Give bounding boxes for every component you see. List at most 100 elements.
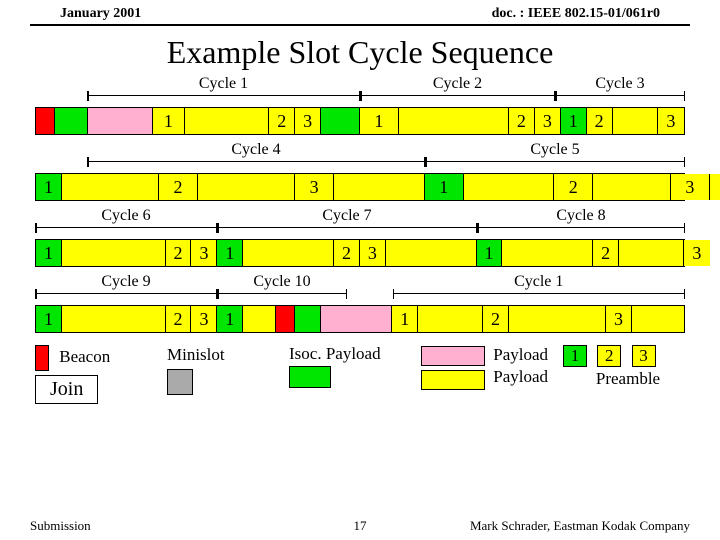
timing-row: Cycle 6 Cycle 7 Cycle 8 123123123 [35, 207, 685, 267]
slot-segment [55, 108, 87, 134]
slot-segment [62, 240, 166, 266]
cycle-bracket [555, 95, 685, 105]
slot-segment [295, 306, 321, 332]
slot-segment: 3 [535, 108, 561, 134]
slot-bar: 123123 [35, 173, 685, 201]
cycle-label: Cycle 1 [514, 273, 563, 291]
timing-row: Cycle 1Cycle 2Cycle 3123123123 [35, 75, 685, 135]
cycle-bracket [87, 95, 360, 105]
timing-diagram: Cycle 1Cycle 2Cycle 3123123123Cycle 4Cyc… [0, 75, 720, 333]
slot-segment [418, 306, 483, 332]
slot-segment: 3 [360, 240, 386, 266]
cycle-label: Cycle 2 [433, 75, 482, 93]
footer-left: Submission [30, 518, 91, 534]
slot-segment: 3 [658, 108, 684, 134]
slide-footer: Submission 17 Mark Schrader, Eastman Kod… [30, 518, 690, 534]
slot-bar: 123123123 [35, 239, 685, 267]
slot-segment: 2 [166, 306, 192, 332]
slot-segment [321, 306, 392, 332]
bracket-row [35, 227, 685, 239]
slot-segment [62, 306, 166, 332]
cycle-label: Cycle 8 [556, 207, 605, 225]
slot-segment [502, 240, 593, 266]
slot-segment: 2 [587, 108, 613, 134]
slot-segment: 2 [166, 240, 192, 266]
legend-payload2: Payload [493, 367, 548, 386]
slot-segment [613, 108, 658, 134]
slot-segment: 1 [217, 240, 243, 266]
timing-row: Cycle 4Cycle 5123123 [35, 141, 685, 201]
slot-segment: 2 [334, 240, 360, 266]
slot-segment [464, 174, 555, 200]
slot-segment: 1 [392, 306, 418, 332]
slot-segment: 1 [477, 240, 503, 266]
slot-segment [334, 174, 425, 200]
slot-segment [276, 306, 295, 332]
legend-beacon: Beacon [59, 347, 110, 366]
legend-payload1: Payload [493, 345, 548, 364]
cycle-label: Cycle 5 [530, 141, 579, 159]
slot-segment [399, 108, 509, 134]
slot-segment: 2 [509, 108, 535, 134]
slot-segment [710, 174, 720, 200]
slot-bar: 1231123 [35, 305, 685, 333]
cycle-label-row: Cycle 6 Cycle 7 Cycle 8 [35, 207, 685, 227]
slot-segment: 1 [36, 240, 62, 266]
slot-segment [62, 174, 159, 200]
slot-segment: 3 [295, 108, 321, 134]
slot-segment: 3 [191, 306, 217, 332]
bracket-row [35, 161, 685, 173]
slot-segment [185, 108, 269, 134]
cycle-label: Cycle 4 [231, 141, 280, 159]
legend: Beacon Join Minislot Isoc. Payload Paylo… [0, 339, 720, 410]
slot-segment: 3 [295, 174, 334, 200]
cycle-label: Cycle 3 [595, 75, 644, 93]
slot-segment: 1 [36, 306, 62, 332]
cycle-bracket [217, 293, 347, 303]
bracket-row [35, 95, 685, 107]
preamble-1: 1 [563, 345, 587, 367]
slot-segment: 3 [684, 240, 710, 266]
cycle-bracket [35, 227, 217, 237]
cycle-bracket [393, 293, 686, 303]
slot-segment [321, 108, 360, 134]
footer-right: Mark Schrader, Eastman Kodak Company [470, 518, 690, 534]
cycle-bracket [217, 227, 477, 237]
legend-preamble: Preamble [563, 369, 693, 389]
cycle-bracket [360, 95, 555, 105]
cycle-bracket [35, 293, 217, 303]
slot-segment: 3 [606, 306, 632, 332]
slide-title: Example Slot Cycle Sequence [0, 34, 720, 71]
slot-segment: 2 [593, 240, 619, 266]
slot-segment [509, 306, 606, 332]
slot-segment [36, 108, 55, 134]
slot-segment [243, 306, 275, 332]
cycle-label-row: Cycle 4 Cycle 5 [35, 141, 685, 161]
slot-segment [632, 306, 684, 332]
cycle-label-row: Cycle 9Cycle 10Cycle 1 [35, 273, 685, 293]
slot-segment: 3 [671, 174, 710, 200]
slot-segment: 1 [36, 174, 62, 200]
footer-page: 17 [354, 518, 367, 534]
cycle-label: Cycle 1 [199, 75, 248, 93]
cycle-label: Cycle 7 [322, 207, 371, 225]
slot-segment [243, 240, 334, 266]
cycle-bracket [87, 161, 425, 171]
header-date: January 2001 [60, 6, 141, 22]
slot-segment [619, 240, 684, 266]
slot-segment: 1 [360, 108, 399, 134]
bracket-row [35, 293, 685, 305]
cycle-label: Cycle 9 [101, 273, 150, 291]
slot-segment [88, 108, 153, 134]
legend-isoc: Isoc. Payload [289, 345, 409, 364]
slot-segment: 2 [159, 174, 198, 200]
slot-segment: 1 [561, 108, 587, 134]
cycle-label: Cycle 6 [101, 207, 150, 225]
slot-segment: 2 [483, 306, 509, 332]
legend-join: Join [35, 375, 98, 404]
slot-segment: 1 [153, 108, 185, 134]
slot-segment: 3 [191, 240, 217, 266]
timing-row: Cycle 9Cycle 10Cycle 11231123 [35, 273, 685, 333]
slot-segment: 1 [425, 174, 464, 200]
header-doc: doc. : IEEE 802.15-01/061r0 [492, 6, 660, 22]
